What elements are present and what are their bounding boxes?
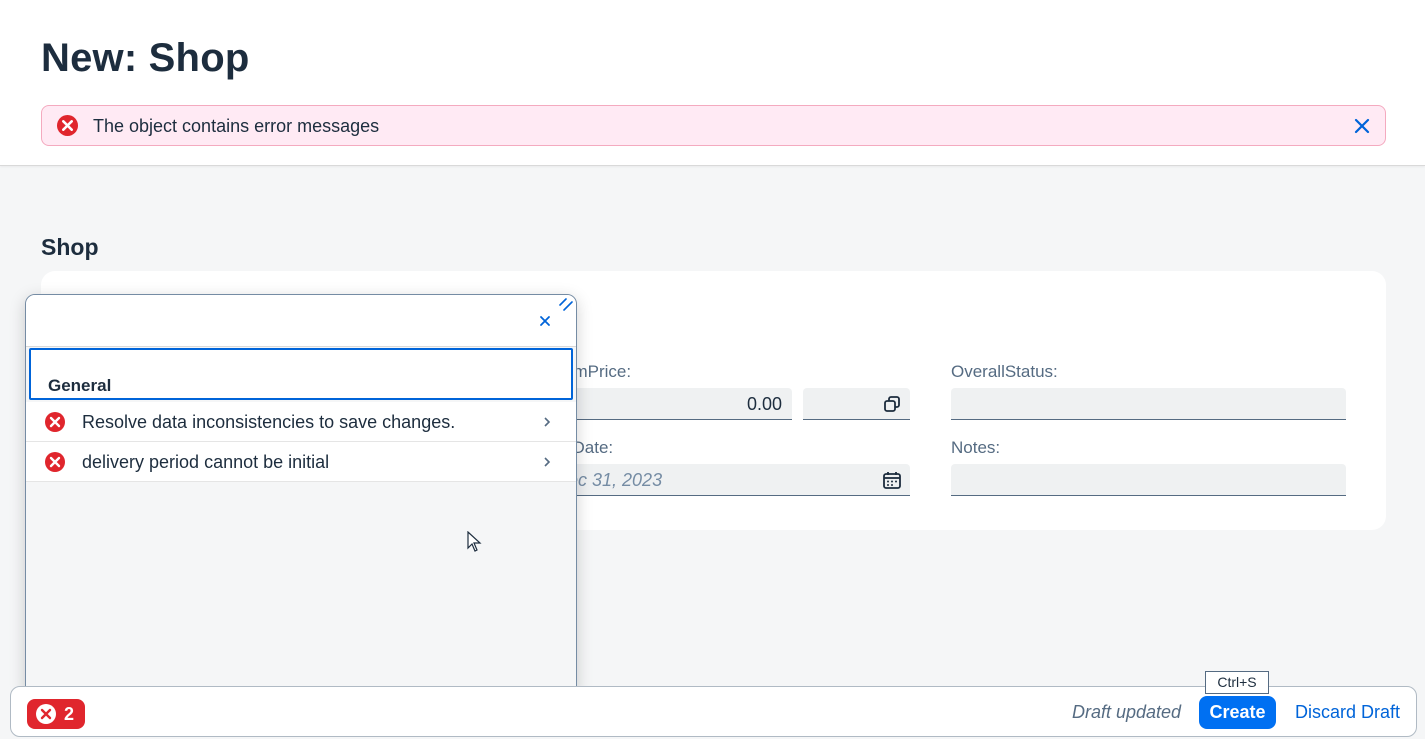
notes-input[interactable] bbox=[951, 464, 1346, 496]
chevron-right-icon bbox=[544, 417, 551, 427]
shortcut-tooltip: Ctrl+S bbox=[1205, 671, 1269, 694]
error-icon bbox=[45, 412, 65, 432]
error-count: 2 bbox=[64, 704, 75, 724]
message-group-header[interactable]: General bbox=[29, 348, 573, 400]
overall-status-label: OverallStatus: bbox=[951, 362, 1058, 381]
list-item[interactable]: delivery period cannot be initial bbox=[26, 442, 576, 482]
message-strip-text: The object contains error messages bbox=[93, 116, 380, 136]
error-icon bbox=[57, 115, 78, 136]
close-icon[interactable] bbox=[1353, 117, 1371, 135]
error-icon bbox=[36, 704, 56, 724]
message-group-title: General bbox=[48, 376, 112, 395]
resize-handle-icon[interactable] bbox=[559, 298, 573, 312]
value-help-icon[interactable] bbox=[882, 394, 902, 414]
calendar-icon[interactable] bbox=[882, 470, 902, 490]
popover-header bbox=[26, 295, 576, 347]
draft-status: Draft updated bbox=[1072, 702, 1182, 722]
message-popover-button[interactable]: 2 bbox=[27, 699, 85, 729]
overall-status-input[interactable] bbox=[951, 388, 1346, 420]
discard-draft-button[interactable]: Discard Draft bbox=[1295, 702, 1400, 723]
create-button[interactable]: Create bbox=[1199, 696, 1276, 729]
list-item[interactable]: Resolve data inconsistencies to save cha… bbox=[26, 402, 576, 442]
chevron-right-icon bbox=[544, 457, 551, 467]
page-title: New: Shop bbox=[41, 36, 250, 80]
error-icon bbox=[45, 452, 65, 472]
delivery-date-placeholder: ec 31, 2023 bbox=[568, 470, 663, 490]
section-title: Shop bbox=[41, 234, 99, 260]
object-page-header: New: Shop The object contains error mess… bbox=[0, 0, 1425, 166]
notes-label: Notes: bbox=[951, 438, 1001, 457]
mouse-cursor-icon bbox=[467, 531, 482, 552]
delivery-date-input[interactable]: ec 31, 2023 bbox=[521, 464, 910, 496]
message-text: Resolve data inconsistencies to save cha… bbox=[82, 412, 456, 432]
currency-input[interactable] bbox=[803, 388, 910, 420]
message-text: delivery period cannot be initial bbox=[82, 452, 330, 472]
message-popover: General Resolve data inconsistencies to … bbox=[25, 294, 577, 696]
item-price-value: 0.00 bbox=[746, 394, 782, 414]
close-icon[interactable] bbox=[538, 314, 552, 328]
error-message-strip: The object contains error messages bbox=[41, 105, 1386, 146]
